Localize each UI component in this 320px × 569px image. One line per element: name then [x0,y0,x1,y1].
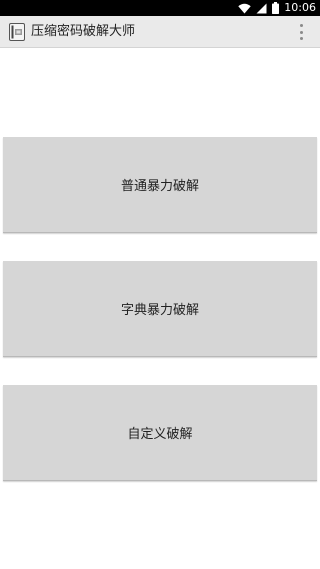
app-bar: 压缩密码破解大师 [0,16,320,48]
archive-app-icon [9,23,25,41]
dictionary-brute-force-button[interactable]: 字典暴力破解 [3,261,317,357]
menu-dot [299,30,303,34]
status-icons: 10:06 [238,0,316,16]
status-bar: 10:06 [0,0,320,16]
normal-brute-force-button[interactable]: 普通暴力破解 [3,137,317,233]
overflow-menu-icon[interactable] [296,24,306,40]
app-title: 压缩密码破解大师 [31,24,136,39]
menu-dot [299,24,303,27]
menu-dot [299,37,303,40]
status-time: 10:06 [284,1,316,14]
wifi-icon [238,3,251,13]
battery-icon [272,2,280,14]
cell-signal-icon [256,3,267,13]
custom-crack-button[interactable]: 自定义破解 [3,385,317,481]
